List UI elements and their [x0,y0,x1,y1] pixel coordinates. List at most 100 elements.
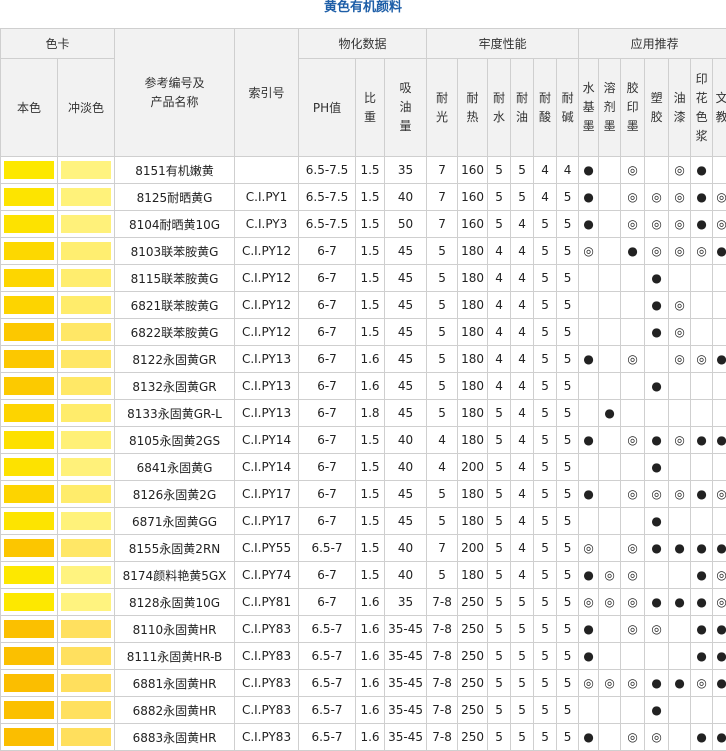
ph-value: 6-7 [299,508,356,535]
oil-absorption-value: 40 [385,427,427,454]
application-print-paste: ● [691,643,713,670]
header-plastic: 塑胶 [645,59,669,157]
acid-fastness: 5 [534,562,557,589]
base-color-swatch [4,188,54,206]
application-solvent-ink [599,427,621,454]
base-color-cell [1,697,58,724]
tint-color-swatch [61,701,111,719]
ph-value: 6-7 [299,346,356,373]
light-fastness: 5 [427,265,458,292]
header-product: 参考编号及产品名称 [115,29,235,157]
application-paint [669,454,691,481]
application-solvent-ink [599,157,621,184]
alkali-fastness: 5 [557,346,579,373]
product-name: 6841永固黄G [115,454,235,481]
table-row: 8105永固黄2GSC.I.PY146-71.54041805455●◎●◎●● [1,427,726,454]
index-number: C.I.PY14 [235,427,299,454]
base-color-cell [1,265,58,292]
alkali-fastness: 5 [557,427,579,454]
oil-fastness: 4 [511,292,534,319]
index-number: C.I.PY12 [235,319,299,346]
index-number: C.I.PY83 [235,643,299,670]
application-plastic: ● [645,427,669,454]
application-plastic [645,400,669,427]
application-offset-ink [621,454,645,481]
ph-value: 6.5-7 [299,724,356,751]
water-fastness: 4 [488,265,511,292]
light-fastness: 5 [427,292,458,319]
light-fastness: 7-8 [427,616,458,643]
application-paint: ● [669,670,691,697]
application-water-ink: ◎ [579,535,599,562]
table-row: 6822联苯胺黄GC.I.PY126-71.54551804455●◎ [1,319,726,346]
ph-value: 6-7 [299,481,356,508]
alkali-fastness: 5 [557,616,579,643]
heat-fastness: 250 [458,697,488,724]
density-value: 1.6 [356,616,385,643]
application-offset-ink: ◎ [621,211,645,238]
tint-color-cell [58,724,115,751]
light-fastness: 7-8 [427,643,458,670]
acid-fastness: 5 [534,616,557,643]
header-base-color: 本色 [1,59,58,157]
base-color-cell [1,562,58,589]
heat-fastness: 180 [458,481,488,508]
base-color-swatch [4,485,54,503]
water-fastness: 5 [488,211,511,238]
density-value: 1.5 [356,319,385,346]
header-heat: 耐热 [458,59,488,157]
application-print-paste [691,454,713,481]
product-name: 8105永固黄2GS [115,427,235,454]
application-paint: ● [669,535,691,562]
oil-fastness: 4 [511,346,534,373]
tint-color-swatch [61,296,111,314]
water-fastness: 5 [488,670,511,697]
header-water-ink-label: 水基墨 [582,79,595,136]
table-row: 8104耐晒黄10GC.I.PY36.5-7.51.55071605455●◎◎… [1,211,726,238]
index-number: C.I.PY12 [235,265,299,292]
acid-fastness: 5 [534,643,557,670]
acid-fastness: 4 [534,184,557,211]
table-row: 8110永固黄HRC.I.PY836.5-71.635-457-82505555… [1,616,726,643]
application-offset-ink: ◎ [621,670,645,697]
base-color-swatch [4,269,54,287]
oil-fastness: 5 [511,724,534,751]
heat-fastness: 180 [458,346,488,373]
index-number: C.I.PY83 [235,697,299,724]
application-solvent-ink [599,373,621,400]
oil-fastness: 4 [511,508,534,535]
tint-color-swatch [61,377,111,395]
application-paint: ◎ [669,346,691,373]
alkali-fastness: 5 [557,508,579,535]
base-color-cell [1,238,58,265]
application-water-ink [579,400,599,427]
application-water-ink: ● [579,481,599,508]
alkali-fastness: 5 [557,589,579,616]
density-value: 1.5 [356,238,385,265]
oil-fastness: 5 [511,616,534,643]
oil-fastness: 5 [511,157,534,184]
application-paint: ◎ [669,157,691,184]
index-number: C.I.PY83 [235,616,299,643]
heat-fastness: 180 [458,292,488,319]
table-row: 8151有机嫩黄6.5-7.51.53571605544●◎◎● [1,157,726,184]
application-offset-ink: ◎ [621,481,645,508]
oil-absorption-value: 35-45 [385,697,427,724]
base-color-swatch [4,566,54,584]
oil-fastness: 5 [511,643,534,670]
header-density: 比重 [356,59,385,157]
tint-color-swatch [61,620,111,638]
oil-fastness: 5 [511,589,534,616]
index-number: C.I.PY74 [235,562,299,589]
density-value: 1.5 [356,184,385,211]
application-plastic [645,346,669,373]
water-fastness: 5 [488,508,511,535]
water-fastness: 4 [488,346,511,373]
product-name: 8174颜料艳黄5GX [115,562,235,589]
base-color-swatch [4,647,54,665]
table-row: 6881永固黄HRC.I.PY836.5-71.635-457-82505555… [1,670,726,697]
tint-color-cell [58,373,115,400]
water-fastness: 5 [488,562,511,589]
tint-color-cell [58,697,115,724]
heat-fastness: 160 [458,184,488,211]
